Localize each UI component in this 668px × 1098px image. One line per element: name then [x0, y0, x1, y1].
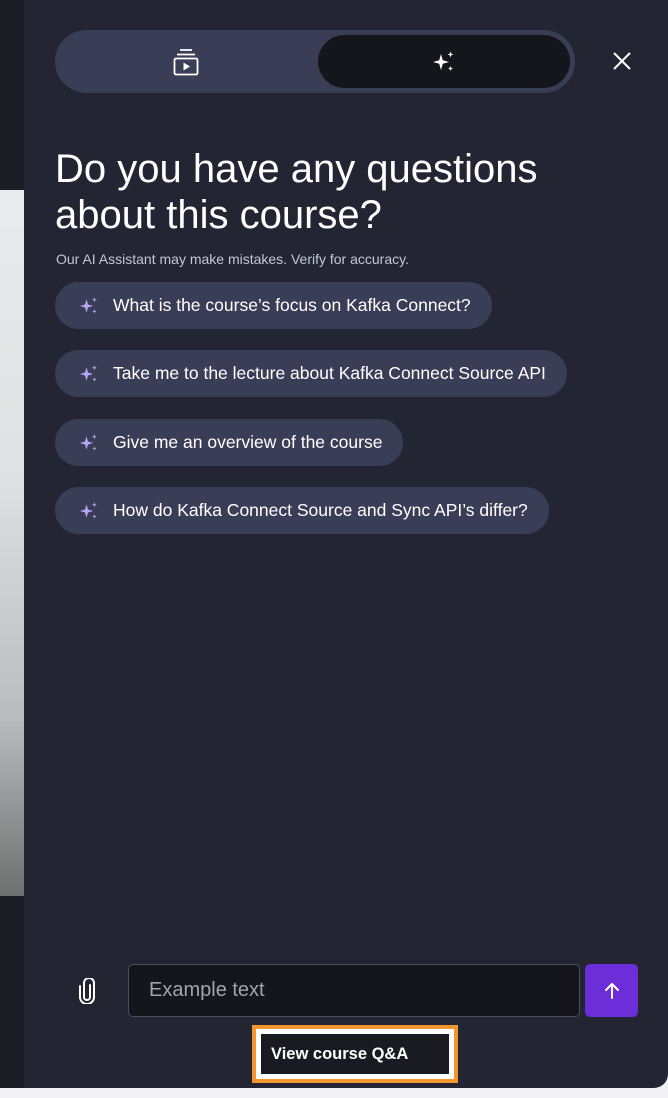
course-content-tab[interactable] [60, 35, 312, 88]
sparkle-icon [79, 433, 97, 450]
sparkle-icon [79, 501, 97, 518]
close-button[interactable] [606, 45, 638, 77]
sparkle-icon [79, 364, 97, 381]
ai-assistant-sparkle-icon [433, 51, 454, 71]
suggestion-chip[interactable]: How do Kafka Connect Source and Sync API… [55, 487, 549, 534]
suggestion-label: Take me to the lecture about Kafka Conne… [113, 363, 546, 383]
chat-message-input[interactable] [128, 964, 580, 1017]
close-icon [613, 52, 631, 70]
course-content-icon [173, 48, 199, 75]
suggestion-chip[interactable]: What is the course’s focus on Kafka Conn… [55, 282, 492, 329]
suggestion-chip[interactable]: Take me to the lecture about Kafka Conne… [55, 350, 567, 397]
attach-button[interactable] [74, 976, 100, 1006]
send-button[interactable] [585, 964, 638, 1017]
video-player-edge [0, 0, 24, 1088]
ai-disclaimer: Our AI Assistant may make mistakes. Veri… [56, 251, 409, 267]
suggestion-label: How do Kafka Connect Source and Sync API… [113, 500, 528, 520]
view-course-qa-link[interactable]: View course Q&A [261, 1034, 449, 1074]
message-composer [24, 962, 668, 1020]
arrow-up-icon [604, 982, 619, 999]
suggestion-label: Give me an overview of the course [113, 432, 383, 452]
sparkle-icon [79, 296, 97, 313]
suggestion-chip[interactable]: Give me an overview of the course [55, 419, 404, 466]
panel-mode-toggle [55, 30, 575, 93]
ai-assistant-tab[interactable] [318, 35, 570, 88]
suggestion-label: What is the course’s focus on Kafka Conn… [113, 295, 471, 315]
video-frame [0, 190, 24, 896]
paperclip-icon [79, 978, 95, 1004]
page-title: Do you have any questions about this cou… [55, 147, 538, 237]
ai-assistant-panel: Do you have any questions about this cou… [24, 0, 668, 1088]
